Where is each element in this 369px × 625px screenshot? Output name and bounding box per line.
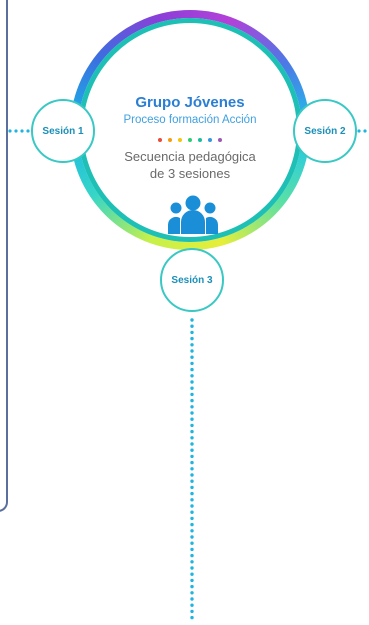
- connector-dot: [190, 504, 194, 508]
- connector-right: [357, 129, 367, 133]
- connector-dot: [190, 547, 194, 552]
- group-subtitle: Proceso formación Acción: [123, 114, 257, 126]
- group-people-icon: [168, 195, 218, 234]
- connector-dot: [190, 324, 194, 328]
- sequence-description-line1: Secuencia pedagógica: [124, 149, 256, 164]
- connector-vertical: [190, 318, 194, 620]
- connector-dot: [190, 615, 194, 620]
- group-title: Grupo Jóvenes: [135, 94, 245, 111]
- connector-dot: [190, 349, 194, 353]
- connector-dot: [190, 529, 194, 533]
- connector-dot: [190, 361, 194, 366]
- connector-dot: [190, 591, 194, 595]
- connector-dot: [190, 479, 194, 483]
- connector-dot: [190, 522, 194, 527]
- session-1-node[interactable]: Sesión 1: [31, 99, 95, 163]
- connector-dot: [190, 423, 194, 428]
- session-1-label: Sesión 1: [42, 125, 84, 137]
- connector-dot: [190, 473, 194, 477]
- palette-dots: [70, 138, 310, 142]
- connector-dot: [190, 343, 194, 347]
- session-2-label: Sesión 2: [304, 125, 346, 137]
- connector-dot: [190, 417, 194, 421]
- connector-dot: [190, 553, 194, 558]
- connector-dot: [190, 380, 194, 384]
- connector-dot: [190, 355, 194, 359]
- connector-dot: [190, 374, 194, 378]
- connector-dot: [190, 330, 194, 335]
- connector-dot: [190, 367, 194, 372]
- connector-dot: [190, 386, 194, 390]
- connector-dot: [190, 411, 194, 415]
- session-3-label: Sesión 3: [171, 274, 213, 286]
- connector-dot: [190, 436, 194, 440]
- connector-dot: [190, 485, 194, 490]
- connector-dot: [190, 510, 194, 514]
- connector-dot: [190, 467, 194, 471]
- connector-dot: [190, 566, 194, 570]
- connector-dot: [190, 597, 194, 601]
- connector-dot: [190, 448, 194, 452]
- connector-dot: [190, 429, 194, 434]
- connector-dot: [190, 535, 194, 539]
- session-3-node[interactable]: Sesión 3: [160, 248, 224, 312]
- connector-dot: [190, 560, 194, 564]
- connector-left: [8, 129, 30, 133]
- connector-dot: [190, 318, 194, 322]
- connector-dot: [190, 491, 194, 496]
- connector-dot: [190, 516, 194, 521]
- connector-dot: [190, 578, 194, 583]
- connector-dot: [190, 398, 194, 403]
- connector-dot: [190, 454, 194, 459]
- connector-dot: [190, 442, 194, 446]
- connector-dot: [190, 336, 194, 341]
- connector-dot: [190, 498, 194, 502]
- sequence-description-line2: de 3 sesiones: [149, 166, 231, 181]
- connector-dot: [190, 541, 194, 545]
- connector-dot: [190, 572, 194, 576]
- connector-dot: [190, 405, 194, 409]
- connector-dot: [190, 584, 194, 589]
- session-2-node[interactable]: Sesión 2: [293, 99, 357, 163]
- connector-dot: [190, 392, 194, 397]
- connector-dot: [190, 460, 194, 465]
- connector-dot: [190, 603, 194, 607]
- connector-dot: [190, 609, 194, 614]
